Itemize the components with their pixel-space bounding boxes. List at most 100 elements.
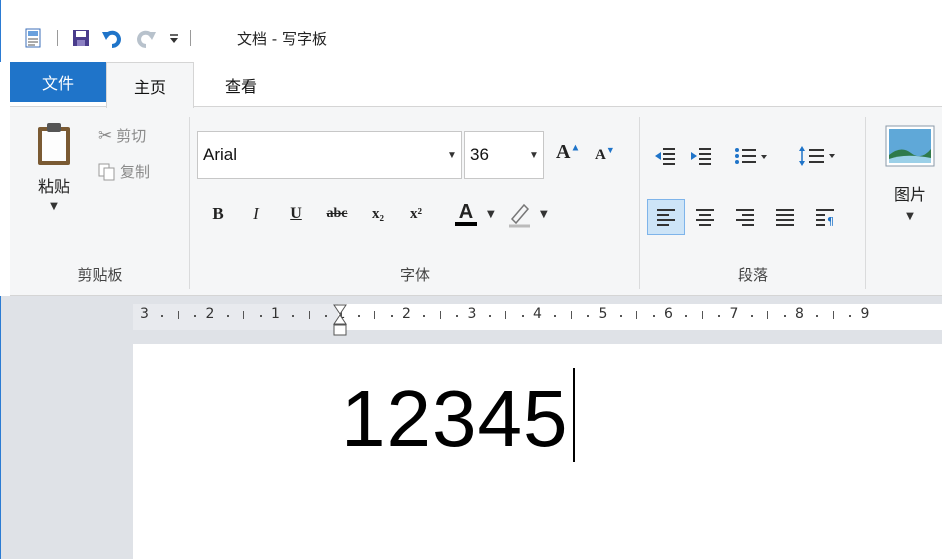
ruler-tick-mark — [243, 311, 245, 319]
font-size-value: 36 — [470, 145, 489, 164]
toolbar-separator — [190, 30, 191, 46]
subscript-button[interactable]: x₂ — [365, 199, 391, 229]
ruler-tick-mark — [767, 311, 769, 319]
undo-icon[interactable] — [100, 26, 124, 50]
font-color-button[interactable]: A — [452, 199, 480, 229]
ruler-tick-mark — [259, 315, 262, 317]
ruler-tick-mark — [357, 315, 360, 317]
underline-button[interactable]: U — [284, 199, 308, 229]
ruler-tick-mark — [652, 315, 655, 317]
ribbon: 粘贴 ▼ ✂ 剪切 复制 剪贴板 Arial ▼ 36 ▼ A▲ A▼ B I … — [10, 106, 942, 296]
line-spacing-icon[interactable] — [796, 141, 840, 171]
chevron-down-icon[interactable]: ▼ — [487, 209, 495, 220]
document-page[interactable]: 12345 — [133, 344, 942, 559]
ruler-tick-mark — [783, 315, 786, 317]
ruler-tick-mark — [423, 315, 426, 317]
chevron-down-icon[interactable]: ▼ — [540, 209, 548, 220]
cut-label: 剪切 — [116, 127, 147, 145]
ruler-tick-mark — [177, 311, 179, 319]
ruler-tick-mark — [488, 315, 491, 317]
ruler-number: 3 — [140, 306, 149, 322]
shrink-font-icon[interactable]: A▼ — [595, 145, 615, 164]
ruler-tick-mark — [292, 315, 295, 317]
align-left-icon — [657, 209, 675, 226]
chevron-down-icon: ▼ — [529, 149, 539, 161]
ruler-tick-mark — [636, 311, 638, 319]
align-left-button[interactable] — [647, 199, 685, 235]
italic-button[interactable]: I — [244, 199, 268, 229]
strikethrough-button[interactable]: abc — [320, 199, 354, 229]
copy-label: 复制 — [120, 163, 151, 181]
paragraph-group-label: 段落 — [737, 266, 768, 284]
save-icon[interactable] — [70, 26, 92, 50]
title-bar: 文档 - 写字板 — [0, 0, 942, 62]
font-color-swatch — [455, 222, 477, 226]
ruler-tick-mark — [587, 315, 590, 317]
ruler-number: 6 — [664, 306, 673, 322]
copy-icon — [98, 163, 115, 180]
picture-button[interactable]: 图片 ▼ — [880, 125, 940, 222]
highlight-icon[interactable] — [506, 201, 534, 233]
ruler-tick-mark — [521, 315, 524, 317]
ruler-number: 3 — [467, 306, 477, 322]
paragraph-settings-icon[interactable]: ¶ — [810, 202, 840, 232]
chevron-down-icon: ▼ — [906, 211, 914, 222]
app-icon[interactable] — [21, 26, 45, 50]
align-center-icon[interactable] — [690, 202, 720, 232]
font-family-select[interactable]: Arial ▼ — [197, 131, 462, 179]
ruler-tick-mark — [439, 311, 441, 319]
ruler-tick-mark — [816, 315, 819, 317]
increase-indent-icon[interactable] — [686, 141, 716, 171]
decrease-indent-icon[interactable] — [650, 141, 680, 171]
tab-view[interactable]: 查看 — [196, 62, 286, 107]
toolbar-separator — [57, 30, 58, 46]
justify-icon[interactable] — [770, 202, 800, 232]
ruler-number: 5 — [598, 306, 608, 322]
svg-text:¶: ¶ — [827, 215, 834, 226]
font-family-value: Arial — [203, 145, 238, 164]
superscript-button[interactable]: x² — [403, 199, 429, 229]
quick-access-toolbar — [21, 26, 191, 50]
ruler-tick-mark — [619, 315, 622, 317]
document-text[interactable]: 12345 — [341, 374, 568, 464]
ruler-number: 9 — [860, 306, 870, 322]
ruler-tick-mark — [505, 311, 507, 319]
ruler-tick-mark — [161, 315, 164, 317]
picture-icon — [885, 125, 935, 167]
ruler-tick-mark — [226, 315, 229, 317]
copy-button[interactable]: 复制 — [98, 161, 150, 182]
ruler-number: 2 — [205, 306, 215, 322]
ruler-margin — [133, 304, 338, 330]
ruler-tick-mark — [390, 315, 393, 317]
font-group-label: 字体 — [399, 266, 430, 284]
paste-button[interactable]: 粘贴 ▼ — [28, 121, 80, 212]
paste-label: 粘贴 — [37, 177, 70, 196]
ruler-tick-mark — [554, 315, 557, 317]
bold-button[interactable]: B — [206, 199, 230, 229]
ruler-tick-mark — [456, 315, 459, 317]
ruler-tick-mark — [570, 311, 572, 319]
group-divider — [865, 117, 866, 289]
clipboard-group-label: 剪贴板 — [77, 266, 123, 284]
scissors-icon: ✂ — [98, 125, 113, 146]
font-size-select[interactable]: 36 ▼ — [464, 131, 544, 179]
ruler-tick-mark — [750, 315, 753, 317]
ruler-number: 4 — [533, 306, 542, 322]
ruler-tick-mark — [194, 315, 197, 317]
ruler-number: 7 — [729, 306, 739, 322]
ruler-number: 2 — [402, 306, 411, 322]
customize-icon[interactable] — [166, 26, 182, 50]
cut-button[interactable]: ✂ 剪切 — [98, 125, 146, 146]
clipboard-icon — [38, 123, 70, 165]
ruler-tick-mark — [832, 311, 834, 319]
align-right-icon[interactable] — [730, 202, 760, 232]
grow-font-icon[interactable]: A▲ — [556, 141, 580, 164]
bullet-list-icon[interactable] — [732, 141, 772, 171]
paste-dropdown-icon: ▼ — [50, 201, 58, 212]
tab-home[interactable]: 主页 — [106, 62, 194, 108]
redo-icon[interactable] — [134, 26, 158, 50]
font-color-label: A — [458, 201, 474, 223]
tab-file[interactable]: 文件 — [10, 62, 106, 102]
ruler-number: 8 — [795, 306, 804, 322]
indent-marker-icon[interactable] — [333, 304, 347, 342]
